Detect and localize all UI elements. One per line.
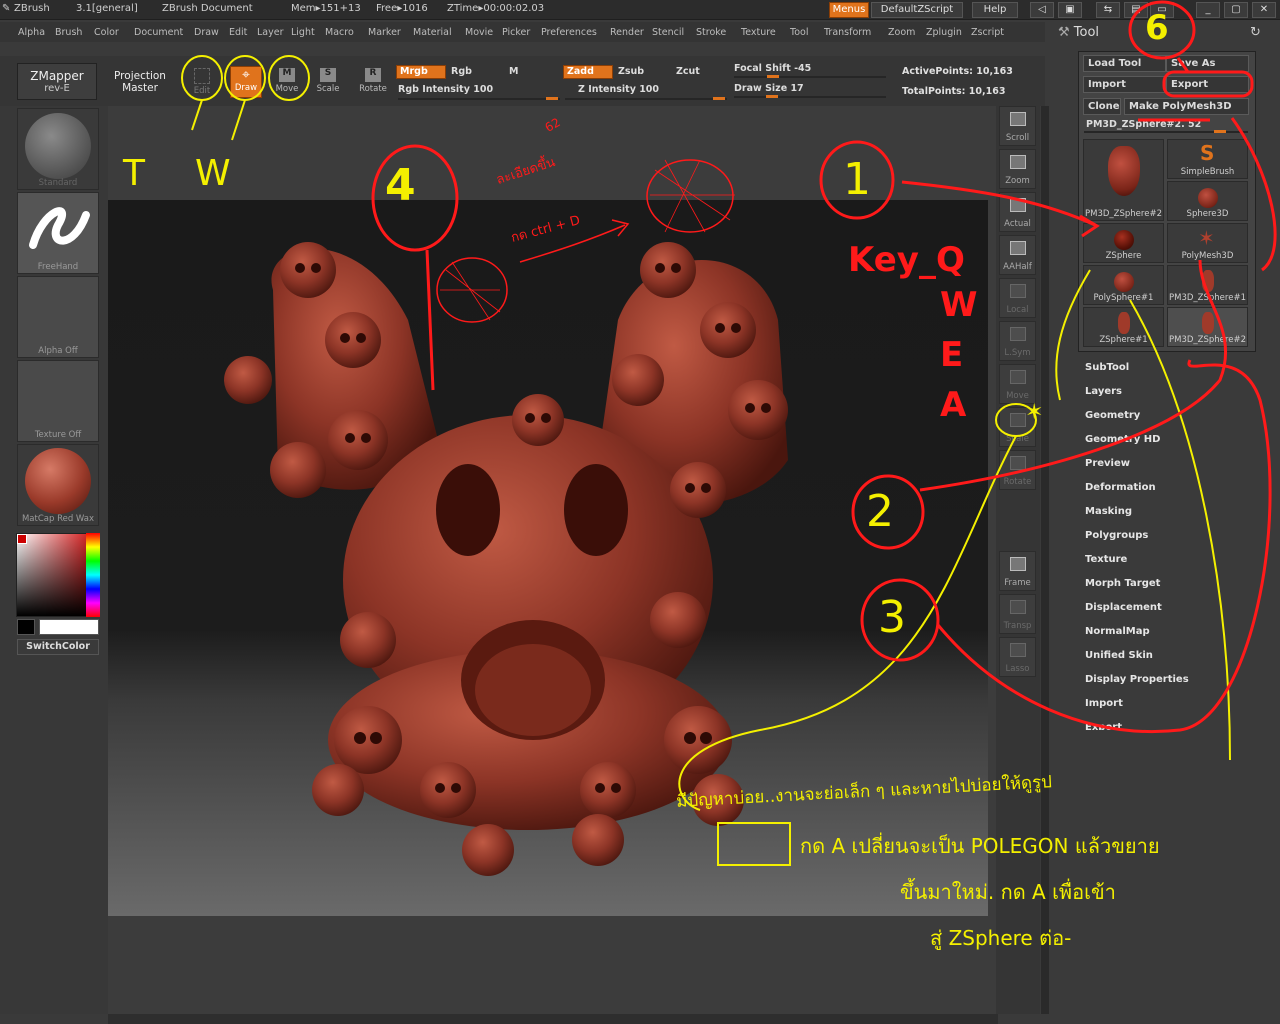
annotation-t: T bbox=[123, 153, 145, 194]
annotation-w: W bbox=[195, 153, 231, 194]
annotation-number-3: 3 bbox=[878, 592, 906, 643]
yellow-circle-move bbox=[268, 55, 310, 101]
annotation-key-w: W bbox=[940, 285, 978, 325]
red-rect-export bbox=[1162, 70, 1254, 98]
annotation-number-6: 6 bbox=[1145, 8, 1169, 48]
annotation-yellow-line3: ขึ้นมาใหม่. กด A เพื่อเข้า bbox=[900, 880, 1116, 904]
red-curve-3 bbox=[936, 359, 1272, 733]
yellow-circle-draw bbox=[224, 55, 266, 101]
annotation-key-q: Key_Q bbox=[848, 240, 965, 280]
yellow-circle-edit bbox=[181, 55, 223, 101]
red-sketch-sphere-big bbox=[646, 159, 734, 233]
red-line-6 bbox=[1176, 57, 1190, 73]
annotation-number-2: 2 bbox=[866, 486, 894, 537]
yellow-rect-marker bbox=[717, 822, 791, 866]
yellow-line-w bbox=[231, 99, 246, 141]
annotation-star-icon: ✶ bbox=[1025, 400, 1044, 425]
red-arrow-1 bbox=[901, 180, 1096, 227]
annotation-yellow-line2: กด A เปลี่ยนจะเป็น POLEGON แล้วขยาย bbox=[800, 834, 1160, 858]
annotation-number-4: 4 bbox=[385, 160, 416, 211]
yellow-curve-left bbox=[1055, 269, 1091, 401]
annotation-overlay bbox=[181, 0, 1277, 866]
red-line-4 bbox=[425, 249, 435, 391]
yellow-line-t bbox=[191, 99, 203, 131]
yellow-curve-scale bbox=[678, 435, 1017, 811]
annotation-key-e: E bbox=[940, 335, 964, 375]
yellow-curve-right bbox=[1129, 299, 1231, 761]
annotation-key-a: A bbox=[940, 385, 967, 425]
red-sketch-arrowhead bbox=[611, 219, 630, 237]
annotation-number-1: 1 bbox=[843, 154, 871, 205]
red-arrowhead-1 bbox=[1079, 214, 1100, 238]
red-curve-6 bbox=[1230, 117, 1277, 272]
annotation-yellow-line4: สู่ ZSphere ต่อ- bbox=[930, 926, 1072, 950]
